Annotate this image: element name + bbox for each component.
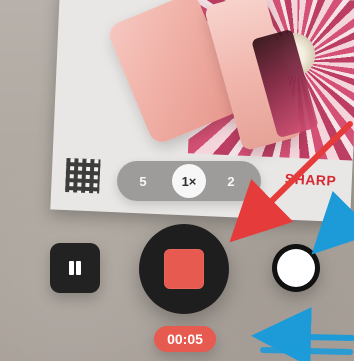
stop-icon (164, 249, 204, 289)
recording-timer: 00:05 (154, 326, 216, 352)
stop-recording-button[interactable] (139, 224, 229, 314)
zoom-selector[interactable]: 5 1× 2 (117, 161, 261, 201)
qr-code (65, 158, 101, 194)
shutter-circle-icon (277, 249, 315, 287)
pause-icon (66, 259, 84, 277)
pause-button[interactable] (50, 243, 100, 293)
zoom-option-1x[interactable]: 1× (172, 164, 206, 198)
zoom-option-2[interactable]: 2 (215, 161, 247, 201)
brand-logo: SHARP (284, 170, 337, 189)
zoom-option-5[interactable]: 5 (127, 161, 159, 201)
take-photo-button[interactable] (272, 244, 320, 292)
